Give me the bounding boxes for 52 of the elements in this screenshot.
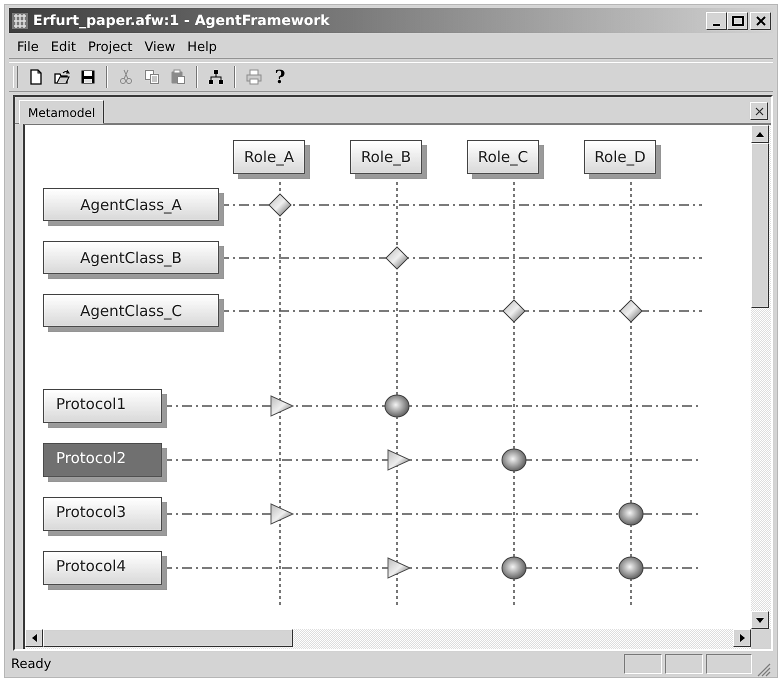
circle-marker — [502, 556, 526, 580]
file-icon — [28, 69, 44, 85]
scroll-left-button[interactable] — [25, 629, 43, 647]
triangle-marker — [388, 449, 412, 471]
circle-marker — [384, 394, 410, 418]
right-arrow-icon — [740, 634, 744, 642]
status-panel — [624, 654, 662, 674]
window-title: Erfurt_paper.afw:1 - AgentFramework — [33, 12, 331, 28]
maximize-button[interactable] — [727, 12, 748, 30]
copy-icon — [144, 69, 160, 85]
scroll-thumb[interactable] — [751, 143, 769, 308]
folder-icon — [54, 69, 70, 85]
circle-marker — [618, 556, 644, 580]
close-button[interactable] — [750, 12, 771, 30]
printer-icon — [246, 69, 262, 85]
diamond-marker — [619, 299, 643, 323]
menu-item[interactable]: Edit — [44, 38, 82, 56]
diamond-marker — [268, 193, 292, 217]
scroll-right-button[interactable] — [733, 629, 751, 647]
menu-item[interactable]: Help — [181, 38, 223, 56]
app-icon — [11, 12, 29, 30]
close-icon — [754, 106, 764, 116]
scroll-thumb[interactable] — [43, 629, 293, 647]
resize-grip-icon[interactable] — [755, 661, 771, 677]
clipboard-icon — [170, 69, 186, 85]
diamond-marker — [502, 299, 526, 323]
maximize-icon — [732, 16, 744, 26]
up-arrow-icon — [756, 132, 764, 136]
help-button[interactable]: ? — [268, 65, 292, 89]
hierarchy-icon — [208, 69, 224, 85]
triangle-marker — [270, 503, 294, 525]
close-tab-button[interactable] — [750, 102, 768, 120]
circle-marker — [618, 502, 644, 526]
circle-marker — [502, 448, 526, 472]
scissors-icon — [118, 69, 134, 85]
status-panel — [665, 654, 703, 674]
down-arrow-icon — [756, 618, 764, 622]
status-panel — [706, 654, 752, 674]
diamond-marker — [385, 246, 409, 270]
triangle-marker — [388, 557, 412, 579]
menu-item[interactable]: Project — [82, 38, 138, 56]
minimize-icon — [713, 24, 720, 26]
scroll-up-button[interactable] — [751, 125, 769, 143]
tab[interactable]: Metamodel — [19, 100, 104, 124]
left-arrow-icon — [32, 634, 36, 642]
close-icon — [754, 16, 766, 26]
menu-item[interactable]: File — [11, 38, 45, 56]
triangle-marker — [270, 395, 294, 417]
scroll-down-button[interactable] — [751, 611, 769, 629]
minimize-button[interactable] — [706, 12, 727, 30]
status-text: Ready — [10, 656, 52, 672]
menu-item[interactable]: View — [138, 38, 182, 56]
